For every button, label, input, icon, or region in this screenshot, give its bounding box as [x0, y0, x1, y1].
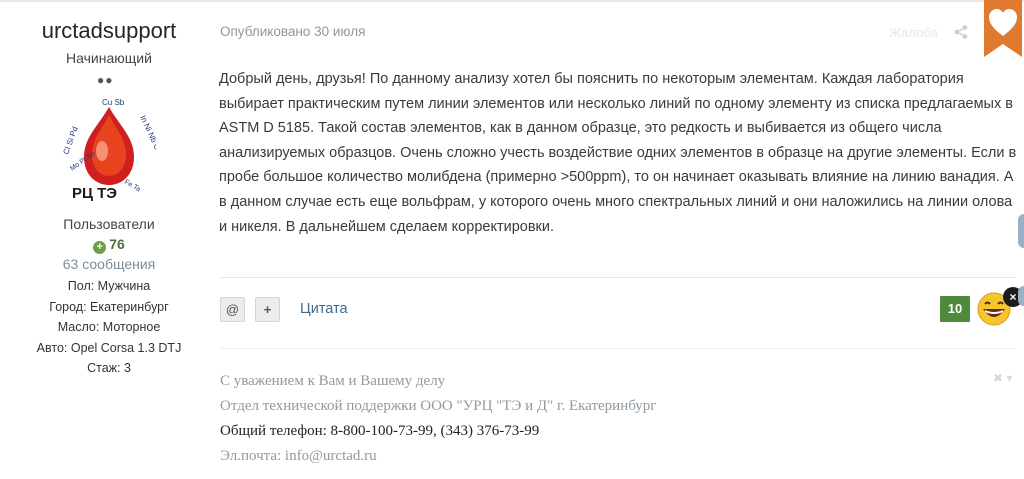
scroll-tab-upper[interactable] — [1018, 214, 1024, 248]
author-name[interactable]: urctadsupport — [0, 18, 218, 44]
signature-line-department: Отдел технической поддержки ООО "УРЦ "ТЭ… — [220, 398, 657, 414]
author-rank: Начинающий — [66, 50, 152, 66]
mention-button[interactable]: @ — [220, 297, 245, 322]
rank-dots: ●● — [97, 73, 114, 87]
post-content: Добрый день, друзья! По данному анализу … — [219, 71, 1017, 235]
signature-controls[interactable]: ✖ ▾ — [993, 371, 1012, 385]
post-date[interactable]: Опубликовано 30 июля — [220, 24, 365, 39]
author-reputation: +76 — [0, 236, 218, 254]
avatar-logo-icon: Cl Si Pd Cu Sb In Ni Nb Ca Mo Pt Sn Fe T… — [61, 98, 164, 202]
author-fields: Пол: Мужчина Город: Екатеринбург Масло: … — [0, 276, 218, 379]
signature-line-email[interactable]: Эл.почта: info@urctad.ru — [220, 447, 656, 472]
svg-text:Cl Si Pd: Cl Si Pd — [62, 125, 80, 155]
signature-line-phone: Общий телефон: 8-800-100-73-99, (343) 37… — [220, 423, 540, 439]
heart-icon[interactable] — [984, 0, 1022, 57]
reputation-value: 76 — [109, 236, 125, 252]
share-icon[interactable] — [954, 25, 968, 39]
author-panel: urctadsupport Начинающий ●● Cl Si Pd Cu … — [0, 0, 218, 479]
svg-text:Fe Ta: Fe Ta — [123, 179, 142, 194]
field-city: Город: Екатеринбург — [49, 299, 169, 314]
signature-divider — [220, 348, 1016, 349]
svg-text:In Ni Nb Ca: In Ni Nb Ca — [138, 114, 156, 156]
multiquote-button[interactable]: + — [255, 297, 280, 322]
scroll-tab-lower[interactable] — [1018, 286, 1024, 306]
field-experience: Стаж: 3 — [87, 361, 131, 375]
signature: С уважением к Вам и Вашему делу Отдел те… — [220, 372, 656, 472]
report-link[interactable]: Жалоба — [889, 25, 938, 40]
hide-signature-icon[interactable]: ✖ — [993, 371, 1003, 385]
svg-text:Cu Sb: Cu Sb — [102, 98, 125, 107]
field-oil: Масло: Моторное — [57, 320, 161, 334]
author-group: Пользователи — [63, 216, 155, 232]
quote-button[interactable]: Цитата — [300, 301, 348, 317]
avatar[interactable]: Cl Si Pd Cu Sb In Ni Nb Ca Mo Pt Sn Fe T… — [61, 95, 164, 203]
avatar-logo-text: РЦ ТЭ — [72, 185, 117, 202]
reputation-count[interactable]: 10 — [940, 296, 970, 322]
plus-circle-icon: + — [93, 241, 107, 254]
post-divider — [220, 277, 1016, 278]
chevron-down-icon[interactable]: ▾ — [1006, 371, 1012, 385]
author-message-count[interactable]: 63 сообщения — [0, 256, 218, 272]
field-car: Авто: Opel Corsa 1.3 DTJ — [36, 340, 182, 355]
field-gender: Пол: Мужчина — [67, 279, 151, 293]
signature-line-greeting: С уважением к Вам и Вашему делу — [220, 373, 446, 389]
